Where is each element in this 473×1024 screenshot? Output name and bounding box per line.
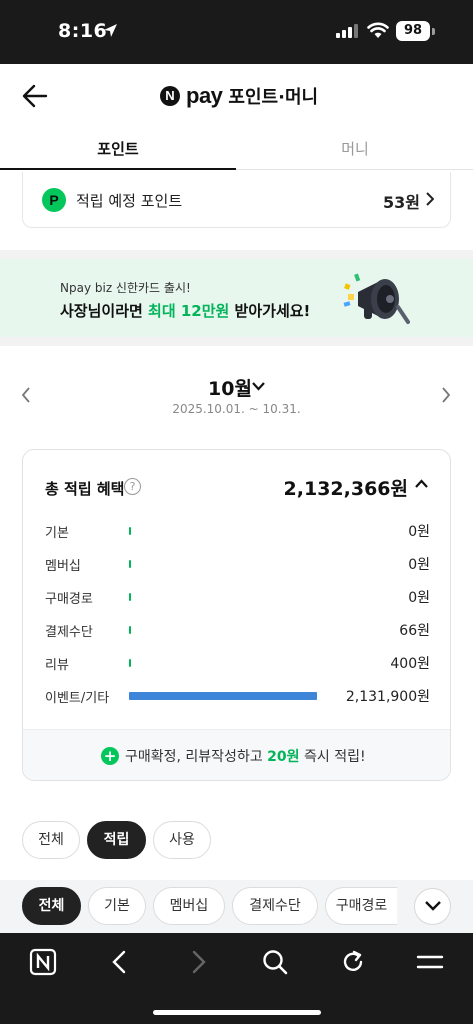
tab-bar: 포인트 머니 (0, 128, 473, 170)
footer-message-highlight: 20원 (267, 749, 300, 765)
breakdown-row: 구매경로 0원 (23, 586, 450, 608)
category-membership[interactable]: 멤버십 (153, 887, 225, 925)
point-badge-icon: P (42, 188, 66, 212)
footer-message-pre: 구매확정, 리뷰작성하고 (125, 749, 268, 765)
tab-money[interactable]: 머니 (237, 128, 473, 170)
breakdown-row: 멤버십 0원 (23, 553, 450, 575)
tab-points[interactable]: 포인트 (0, 128, 236, 170)
banner-headline-pre: 사장님이라면 (60, 302, 149, 320)
breakdown-value: 0원 (408, 557, 430, 573)
summary-total: 2,132,366원 (283, 478, 408, 500)
banner-headline: 사장님이라면 최대 12만원 받아가세요! (60, 300, 310, 321)
breakdown-row: 리뷰 400원 (23, 652, 450, 674)
section-divider (0, 337, 473, 346)
breakdown-bar (129, 659, 131, 667)
footer-message-post: 즉시 적립! (299, 749, 366, 765)
breakdown-label: 리뷰 (45, 658, 69, 673)
breakdown-bar (129, 560, 131, 568)
page-title: N pay 포인트·머니 (160, 82, 318, 110)
wifi-icon (367, 22, 389, 38)
category-all[interactable]: 전체 (22, 887, 81, 925)
npay-logo-icon: N (160, 86, 180, 106)
section-divider (0, 250, 473, 259)
pay-logo-text: pay (186, 83, 223, 108)
chevron-up-icon[interactable] (415, 479, 428, 489)
refresh-icon[interactable] (338, 947, 368, 977)
browser-toolbar (0, 933, 473, 1024)
breakdown-value: 2,131,900원 (345, 689, 430, 705)
expand-filters-button[interactable] (414, 888, 451, 925)
breakdown-value: 0원 (408, 524, 430, 540)
breakdown-label: 결제수단 (45, 625, 93, 640)
category-filter-bar: 전체 기본 멤버십 결제수단 구매경로 (0, 880, 473, 933)
chevron-down-icon[interactable] (252, 381, 265, 391)
cellular-signal-icon (336, 24, 358, 38)
breakdown-bar (129, 527, 131, 535)
status-time: 8:16 (58, 20, 108, 42)
banner-headline-post: 받아가세요! (229, 302, 311, 320)
menu-icon[interactable] (415, 947, 445, 977)
category-payment-method[interactable]: 결제수단 (232, 887, 318, 925)
naver-home-icon[interactable] (28, 947, 58, 977)
chevron-right-icon (426, 192, 434, 206)
breakdown-label: 기본 (45, 526, 69, 541)
breakdown-row: 이벤트/기타 2,131,900원 (23, 685, 450, 707)
month-date-range: 2025.10.01. ~ 10.31. (172, 402, 301, 416)
summary-title: 총 적립 혜택 (45, 480, 125, 498)
breakdown-label: 이벤트/기타 (45, 691, 110, 706)
footer-message: 구매확정, 리뷰작성하고 20원 즉시 적립! (125, 746, 366, 766)
pending-points-label: 적립 예정 포인트 (76, 192, 183, 210)
breakdown-row: 결제수단 66원 (23, 619, 450, 641)
search-icon[interactable] (260, 947, 290, 977)
breakdown-bar (129, 593, 131, 601)
breakdown-bar (129, 626, 131, 634)
breakdown-value: 400원 (390, 656, 430, 672)
breakdown-value: 0원 (408, 590, 430, 606)
location-arrow-icon (104, 24, 117, 37)
banner-headline-highlight: 최대 12만원 (148, 302, 230, 320)
category-basic[interactable]: 기본 (88, 887, 146, 925)
pending-points-card[interactable]: P 적립 예정 포인트 53원 (22, 172, 451, 228)
category-purchase-route[interactable]: 구매경로 (325, 887, 397, 925)
chevron-down-icon (425, 901, 441, 911)
title-text: 포인트·머니 (228, 87, 319, 108)
breakdown-bar (129, 692, 317, 700)
battery-cap (432, 28, 435, 35)
filter-all[interactable]: 전체 (22, 821, 80, 859)
earnings-summary-card: 총 적립 혜택 ? 2,132,366원 기본 0원 멤버십 0원 구매경로 0원 결제수단… (22, 449, 451, 781)
megaphone-icon (343, 273, 410, 324)
forward-arrow-icon[interactable] (183, 947, 213, 977)
filter-used[interactable]: 사용 (153, 821, 211, 859)
app-header: N pay 포인트·머니 (0, 64, 473, 128)
filter-earned[interactable]: 적립 (87, 821, 146, 859)
breakdown-label: 멤버십 (45, 559, 81, 574)
help-icon[interactable]: ? (124, 478, 141, 495)
back-arrow-icon[interactable] (105, 947, 135, 977)
breakdown-label: 구매경로 (45, 592, 93, 607)
breakdown-row: 기본 0원 (23, 520, 450, 542)
battery-indicator: 98 (396, 21, 430, 41)
month-label[interactable]: 10월 (208, 374, 252, 401)
status-bar: 8:16 98 (0, 0, 473, 64)
home-indicator (153, 1010, 321, 1015)
back-arrow-icon[interactable] (18, 80, 52, 112)
breakdown-value: 66원 (399, 623, 430, 639)
pending-points-value: 53원 (383, 193, 420, 212)
banner-subtitle: Npay biz 신한카드 출시! (60, 281, 191, 295)
plus-circle-icon: + (101, 747, 119, 765)
summary-footer: + 구매확정, 리뷰작성하고 20원 즉시 적립! (23, 729, 450, 780)
